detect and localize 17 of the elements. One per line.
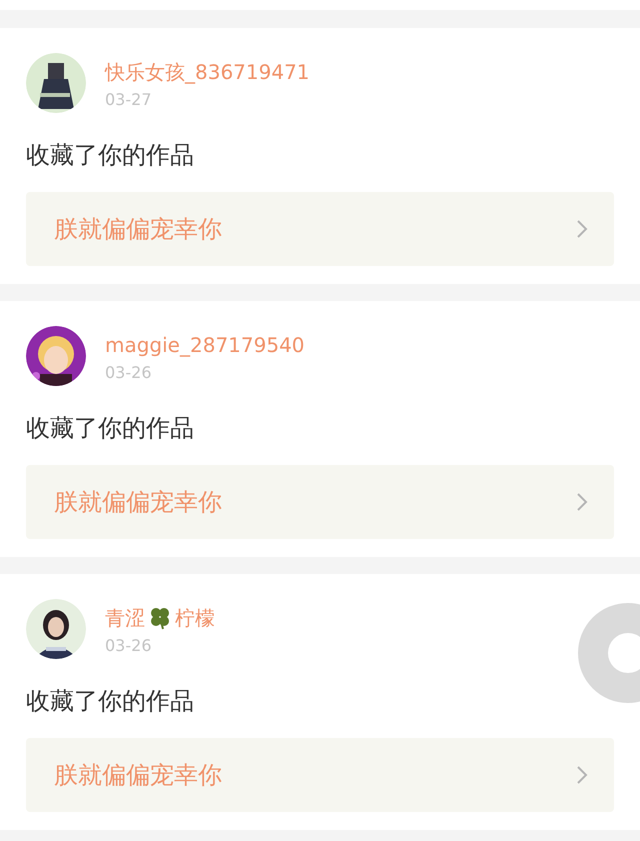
- work-link[interactable]: 朕就偏偏宠幸你: [26, 738, 614, 812]
- user-name[interactable]: maggie_287179540: [105, 331, 305, 359]
- action-text: 收藏了你的作品: [26, 413, 195, 444]
- clover-icon: [148, 606, 172, 630]
- action-text: 收藏了你的作品: [26, 686, 195, 717]
- work-link[interactable]: 朕就偏偏宠幸你: [26, 192, 614, 266]
- user-name[interactable]: 柠檬: [175, 604, 215, 632]
- date-text: 03-26: [105, 635, 152, 657]
- user-name[interactable]: 快乐女孩_836719471: [105, 58, 310, 86]
- chevron-right-icon: [576, 492, 588, 512]
- date-text: 03-27: [105, 89, 152, 111]
- date-text: 03-26: [105, 362, 152, 384]
- chevron-right-icon: [576, 219, 588, 239]
- work-link[interactable]: 朕就偏偏宠幸你: [26, 465, 614, 539]
- action-text: 收藏了你的作品: [26, 140, 195, 171]
- user-name[interactable]: 青涩: [105, 604, 145, 632]
- chevron-right-icon: [576, 765, 588, 785]
